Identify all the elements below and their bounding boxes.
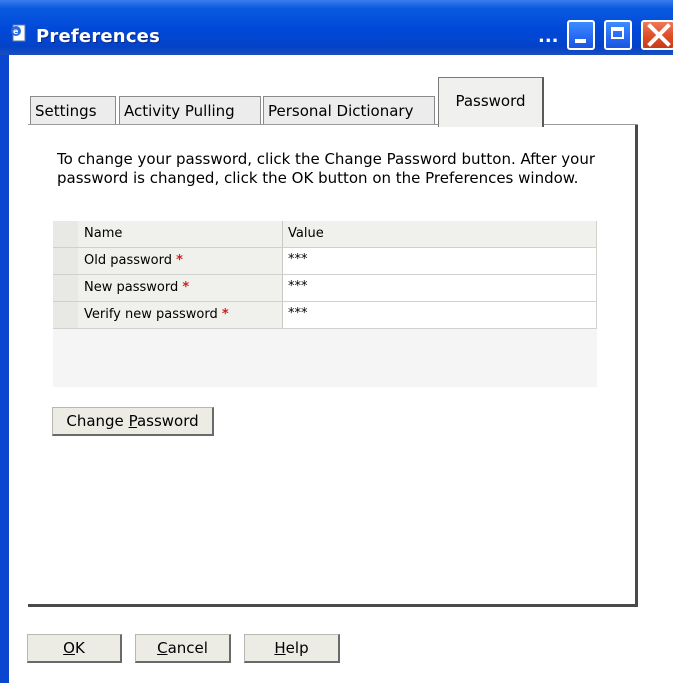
row-gutter (53, 302, 78, 329)
field-label: Verify new password (84, 307, 218, 322)
tab-activity-pulling[interactable]: Activity Pulling (119, 96, 261, 124)
tab-settings[interactable]: Settings (30, 96, 116, 124)
password-property-grid: Name Value Old password * *** New passwo… (53, 221, 597, 387)
old-password-field[interactable]: *** (283, 248, 597, 275)
tab-label: Password (455, 92, 526, 110)
grid-header-row: Name Value (53, 221, 597, 248)
ok-button[interactable]: OK (27, 634, 122, 663)
verify-password-label: Verify new password * (78, 302, 283, 329)
column-header-value: Value (283, 221, 597, 248)
button-label-post: K (74, 639, 85, 657)
row-gutter (53, 275, 78, 302)
panel-divider (544, 124, 638, 125)
table-row: New password * *** (53, 275, 597, 302)
help-button[interactable]: Help (244, 634, 340, 663)
new-password-field[interactable]: *** (283, 275, 597, 302)
tab-label: Activity Pulling (124, 102, 235, 120)
new-password-label: New password * (78, 275, 283, 302)
required-marker: * (176, 253, 183, 268)
window-frame (0, 55, 9, 683)
cancel-button[interactable]: Cancel (135, 634, 231, 663)
tab-label: Personal Dictionary (268, 102, 414, 120)
minimize-button[interactable] (567, 20, 595, 50)
title-bar[interactable]: e Preferences ... (0, 0, 673, 55)
instructions-text: To change your password, click the Chang… (57, 150, 596, 187)
button-label-post: elp (285, 639, 309, 657)
svg-text:e: e (13, 27, 19, 36)
row-gutter (53, 221, 78, 248)
maximize-button[interactable] (604, 20, 632, 50)
tab-personal-dictionary[interactable]: Personal Dictionary (263, 96, 435, 124)
field-label: Old password (84, 253, 172, 268)
title-overflow: ... (538, 26, 559, 47)
table-row: Old password * *** (53, 248, 597, 275)
tab-label: Settings (35, 102, 97, 120)
tab-password[interactable]: Password (438, 77, 544, 127)
required-marker: * (182, 280, 190, 295)
button-accel: O (63, 639, 75, 657)
button-label-post: ancel (167, 639, 208, 657)
button-accel: C (157, 639, 168, 657)
change-password-button[interactable]: Change Password (52, 407, 214, 436)
button-accel: H (274, 639, 286, 657)
old-password-label: Old password * (78, 248, 283, 275)
field-label: New password (84, 280, 179, 295)
close-icon (647, 23, 671, 47)
button-accel: P (128, 412, 137, 430)
button-label-post: assword (136, 412, 199, 430)
column-header-name: Name (78, 221, 283, 248)
row-gutter (53, 248, 78, 275)
table-row: Verify new password * *** (53, 302, 597, 329)
required-marker: * (221, 307, 229, 322)
close-button[interactable] (641, 20, 673, 50)
window-title: Preferences (36, 26, 161, 47)
button-label-pre: Change (66, 412, 129, 430)
ie-document-icon: e (11, 24, 26, 42)
verify-password-field[interactable]: *** (283, 302, 597, 329)
